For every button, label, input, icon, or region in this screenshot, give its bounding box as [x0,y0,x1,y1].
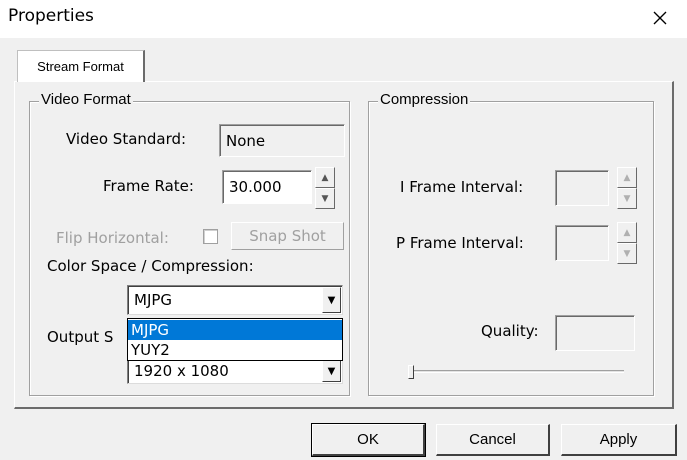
p-frame-down-button[interactable]: ▼ [617,243,637,264]
i-frame-interval-spinner[interactable]: ▲ ▼ [617,167,637,209]
p-frame-interval-field [555,225,609,261]
color-space-value: MJPG [134,291,173,309]
apply-button[interactable]: Apply [561,424,677,456]
quality-slider-track[interactable] [410,370,624,373]
color-space-label: Color Space / Compression: [47,257,254,275]
ok-button[interactable]: OK [311,423,426,457]
snap-shot-button[interactable]: Snap Shot [231,222,344,250]
video-format-group-label: Video Format [39,91,133,108]
frame-rate-label: Frame Rate: [103,177,194,195]
dropdown-option-yuy2[interactable]: YUY2 [128,340,342,360]
dropdown-option-mjpg[interactable]: MJPG [128,320,342,340]
video-standard-field: None [219,124,345,157]
chevron-up-icon: ▲ [623,172,631,183]
close-icon [653,11,667,25]
output-size-value: 1920 x 1080 [134,362,229,380]
frame-rate-down-button[interactable]: ▼ [315,188,335,209]
chevron-down-icon: ▼ [623,248,631,259]
p-frame-interval-spinner[interactable]: ▲ ▼ [617,222,637,264]
window-title: Properties [8,6,94,26]
video-standard-label: Video Standard: [66,130,187,148]
chevron-down-icon: ▼ [327,294,336,306]
i-frame-down-button[interactable]: ▼ [617,188,637,209]
i-frame-interval-label: I Frame Interval: [400,178,524,196]
output-size-combo-arrow[interactable]: ▼ [322,360,341,382]
tab-label: Stream Format [37,59,124,74]
color-space-dropdown-list[interactable]: MJPG YUY2 [127,318,343,361]
p-frame-interval-label: P Frame Interval: [396,234,524,252]
p-frame-up-button[interactable]: ▲ [617,222,637,243]
snap-shot-label: Snap Shot [249,227,326,245]
color-space-combo-arrow[interactable]: ▼ [322,287,341,313]
color-space-combo[interactable]: MJPG ▼ [127,285,343,315]
chevron-down-icon: ▼ [327,365,336,377]
frame-rate-input[interactable]: 30.000 [222,170,312,204]
chevron-down-icon: ▼ [623,193,631,204]
flip-horizontal-checkbox[interactable] [203,229,218,244]
frame-rate-up-button[interactable]: ▲ [315,167,335,188]
output-size-label: Output S [47,328,114,346]
ok-label: OK [357,431,379,448]
cancel-button[interactable]: Cancel [436,424,550,456]
title-bar [0,0,687,38]
frame-rate-value: 30.000 [229,178,282,196]
video-standard-value: None [226,131,266,150]
flip-horizontal-label: Flip Horizontal: [56,229,169,247]
chevron-up-icon: ▲ [321,172,329,183]
output-size-combo[interactable]: 1920 x 1080 ▼ [127,358,343,384]
i-frame-interval-field [555,170,609,206]
frame-rate-spinner[interactable]: ▲ ▼ [315,167,335,209]
chevron-down-icon: ▼ [321,193,329,204]
compression-group-label: Compression [378,91,471,108]
i-frame-up-button[interactable]: ▲ [617,167,637,188]
tab-stream-format[interactable]: Stream Format [17,50,145,82]
chevron-up-icon: ▲ [623,227,631,238]
close-button[interactable] [640,0,680,36]
quality-label: Quality: [481,322,539,340]
apply-label: Apply [599,431,638,448]
cancel-label: Cancel [469,431,516,448]
quality-field [555,315,635,351]
quality-slider-thumb[interactable] [408,365,414,379]
